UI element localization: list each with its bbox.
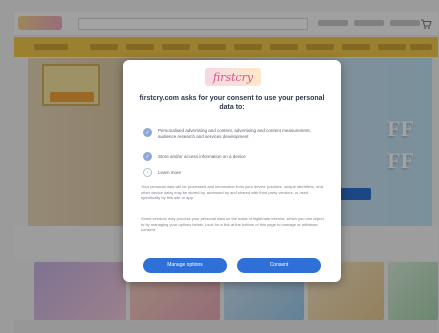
logo-text: firstcry (212, 71, 254, 84)
consent-legal-text: Some vendors may process your personal d… (141, 216, 324, 233)
checked-circle-icon: ✓ (143, 152, 152, 161)
consent-option-personalised-ads[interactable]: ✓ Personalised advertising and content, … (143, 128, 323, 140)
firstcry-logo: firstcry (205, 68, 261, 86)
consent-option-device-storage[interactable]: ✓ Store and/or access information on a d… (143, 152, 323, 161)
consent-dialog: firstcry firstcry.com asks for your cons… (123, 60, 341, 282)
consent-button[interactable]: Consent (237, 258, 321, 273)
expand-circle-icon: › (143, 168, 152, 177)
consent-legal-text: Your personal data will be processed and… (141, 184, 323, 201)
manage-options-button[interactable]: Manage options (143, 258, 227, 273)
checked-circle-icon: ✓ (143, 128, 152, 137)
option-text: Store and/or access information on a dev… (158, 153, 246, 159)
consent-title: firstcry.com asks for your consent to us… (139, 95, 325, 111)
learn-more-link[interactable]: Learn more (158, 168, 181, 176)
consent-option-learn-more[interactable]: › Learn more (143, 168, 323, 177)
option-text: Personalised advertising and content, ad… (158, 128, 311, 139)
